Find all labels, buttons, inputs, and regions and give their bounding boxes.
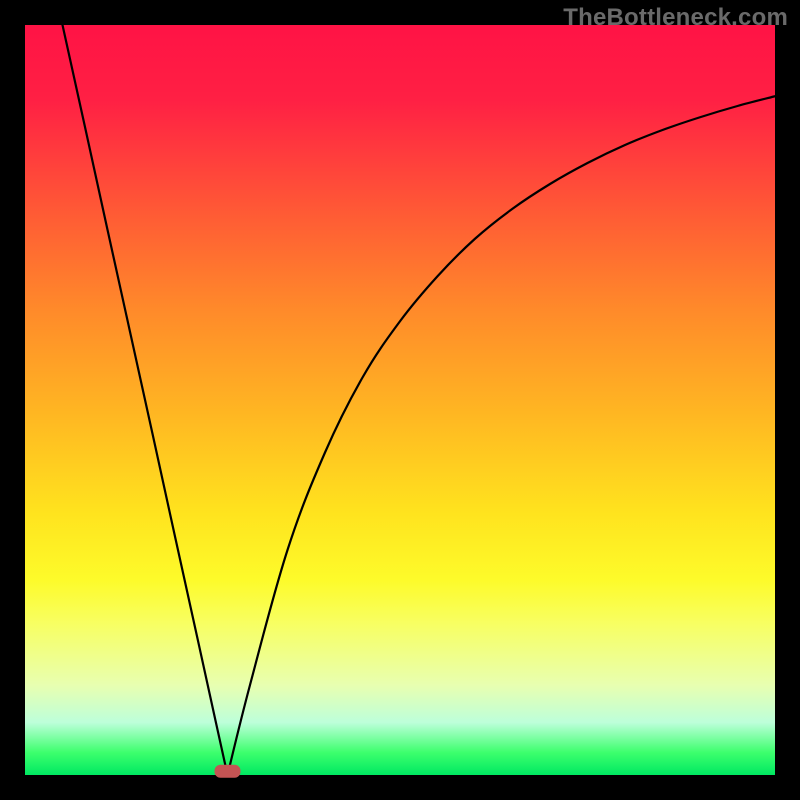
minimum-marker [215, 765, 241, 778]
curve-left-branch [63, 25, 228, 775]
bottleneck-chart [25, 25, 775, 775]
curve-right-branch [228, 96, 776, 775]
